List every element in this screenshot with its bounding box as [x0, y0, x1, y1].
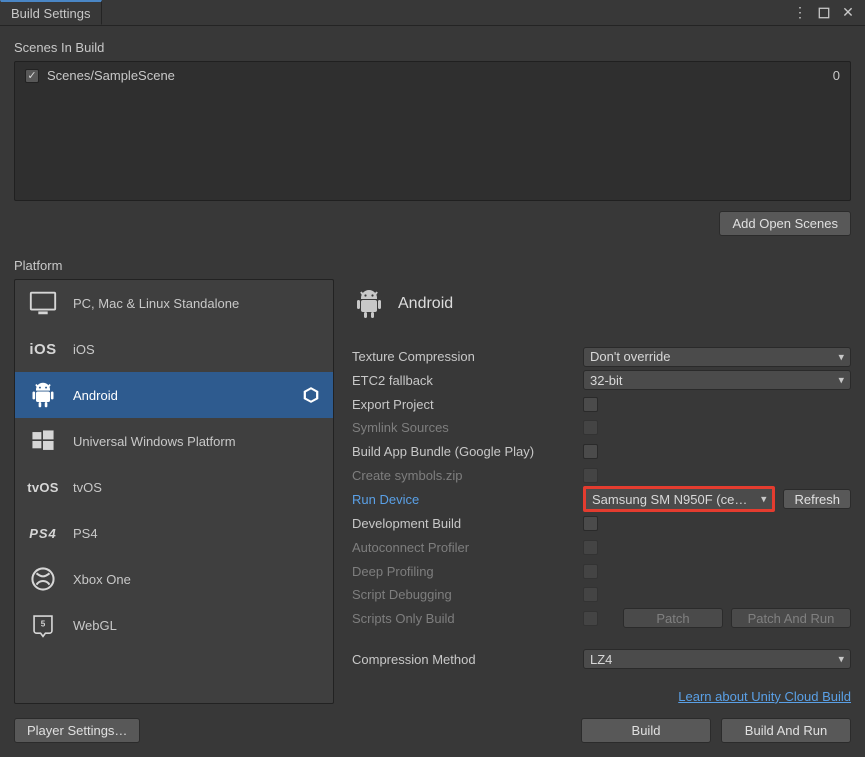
scene-index: 0 — [833, 68, 840, 83]
checkbox-scripts-only — [583, 611, 598, 626]
add-open-scenes-button[interactable]: Add Open Scenes — [719, 211, 851, 236]
checkbox-export-project[interactable] — [583, 397, 598, 412]
ios-icon: iOS — [27, 333, 59, 365]
kebab-menu-icon[interactable]: ⋮ — [793, 6, 807, 20]
platform-header: Platform — [14, 258, 851, 273]
platform-item-uwp[interactable]: Universal Windows Platform — [15, 418, 333, 464]
select-texture-compression[interactable]: Don't override — [583, 347, 851, 367]
detail-title: Android — [398, 295, 453, 313]
label-run-device: Run Device — [352, 492, 577, 507]
platform-item-ios[interactable]: iOS iOS — [15, 326, 333, 372]
platform-label: tvOS — [73, 480, 321, 495]
platform-list: PC, Mac & Linux Standalone iOS iOS — [14, 279, 334, 704]
platform-label: Android — [73, 388, 287, 403]
platform-label: Universal Windows Platform — [73, 434, 321, 449]
checkbox-create-symbols — [583, 468, 598, 483]
checkbox-symlink-sources — [583, 420, 598, 435]
checkbox-app-bundle[interactable] — [583, 444, 598, 459]
android-icon — [352, 287, 386, 321]
label-texture-compression: Texture Compression — [352, 349, 577, 364]
label-autoconnect-profiler: Autoconnect Profiler — [352, 540, 577, 555]
scene-path: Scenes/SampleScene — [47, 68, 175, 83]
platform-label: PC, Mac & Linux Standalone — [73, 296, 321, 311]
build-button[interactable]: Build — [581, 718, 711, 743]
label-export-project: Export Project — [352, 397, 577, 412]
learn-cloud-build-link[interactable]: Learn about Unity Cloud Build — [678, 689, 851, 704]
label-compression-method: Compression Method — [352, 652, 577, 667]
label-app-bundle: Build App Bundle (Google Play) — [352, 444, 577, 459]
platform-item-standalone[interactable]: PC, Mac & Linux Standalone — [15, 280, 333, 326]
platform-label: WebGL — [73, 618, 321, 633]
checkbox-dev-build[interactable] — [583, 516, 598, 531]
patch-and-run-button: Patch And Run — [731, 608, 851, 628]
label-scripts-only: Scripts Only Build — [352, 611, 577, 626]
svg-text:5: 5 — [41, 620, 46, 629]
platform-detail: Android Texture Compression Don't overri… — [352, 279, 851, 704]
scenes-list[interactable]: ✓ Scenes/SampleScene 0 — [14, 61, 851, 201]
xbox-icon — [27, 563, 59, 595]
platform-item-xboxone[interactable]: Xbox One — [15, 556, 333, 602]
checkbox-script-debugging — [583, 587, 598, 602]
scene-checkbox[interactable]: ✓ — [25, 69, 39, 83]
webgl-icon: 5 — [27, 609, 59, 641]
build-and-run-button[interactable]: Build And Run — [721, 718, 851, 743]
platform-label: PS4 — [73, 526, 321, 541]
label-symlink-sources: Symlink Sources — [352, 420, 577, 435]
select-compression-method[interactable]: LZ4 — [583, 649, 851, 669]
tvos-icon: tvOS — [27, 471, 59, 503]
checkbox-deep-profiling — [583, 564, 598, 579]
select-run-device[interactable]: Samsung SM N950F (ce… — [586, 489, 772, 509]
desktop-icon — [27, 287, 59, 319]
label-dev-build: Development Build — [352, 516, 577, 531]
platform-label: iOS — [73, 342, 321, 357]
label-script-debugging: Script Debugging — [352, 587, 577, 602]
maximize-icon[interactable] — [817, 6, 831, 20]
unity-icon — [301, 385, 321, 405]
close-icon[interactable]: ✕ — [841, 6, 855, 20]
label-create-symbols: Create symbols.zip — [352, 468, 577, 483]
platform-item-android[interactable]: Android — [15, 372, 333, 418]
tab-label: Build Settings — [11, 6, 91, 21]
titlebar: Build Settings ⋮ ✕ — [0, 0, 865, 26]
ps4-icon: PS4 — [27, 517, 59, 549]
scenes-header: Scenes In Build — [14, 40, 851, 55]
label-deep-profiling: Deep Profiling — [352, 564, 577, 579]
platform-item-tvos[interactable]: tvOS tvOS — [15, 464, 333, 510]
patch-button: Patch — [623, 608, 723, 628]
scene-row[interactable]: ✓ Scenes/SampleScene 0 — [15, 62, 850, 89]
windows-icon — [27, 425, 59, 457]
platform-label: Xbox One — [73, 572, 321, 587]
footer: Player Settings… Build Build And Run — [14, 718, 851, 743]
label-etc2-fallback: ETC2 fallback — [352, 373, 577, 388]
platform-item-webgl[interactable]: 5 WebGL — [15, 602, 333, 648]
android-icon — [27, 379, 59, 411]
checkbox-autoconnect-profiler — [583, 540, 598, 555]
platform-item-ps4[interactable]: PS4 PS4 — [15, 510, 333, 556]
player-settings-button[interactable]: Player Settings… — [14, 718, 140, 743]
select-etc2-fallback[interactable]: 32-bit — [583, 370, 851, 390]
tab-build-settings[interactable]: Build Settings — [0, 0, 102, 25]
refresh-button[interactable]: Refresh — [783, 489, 851, 509]
